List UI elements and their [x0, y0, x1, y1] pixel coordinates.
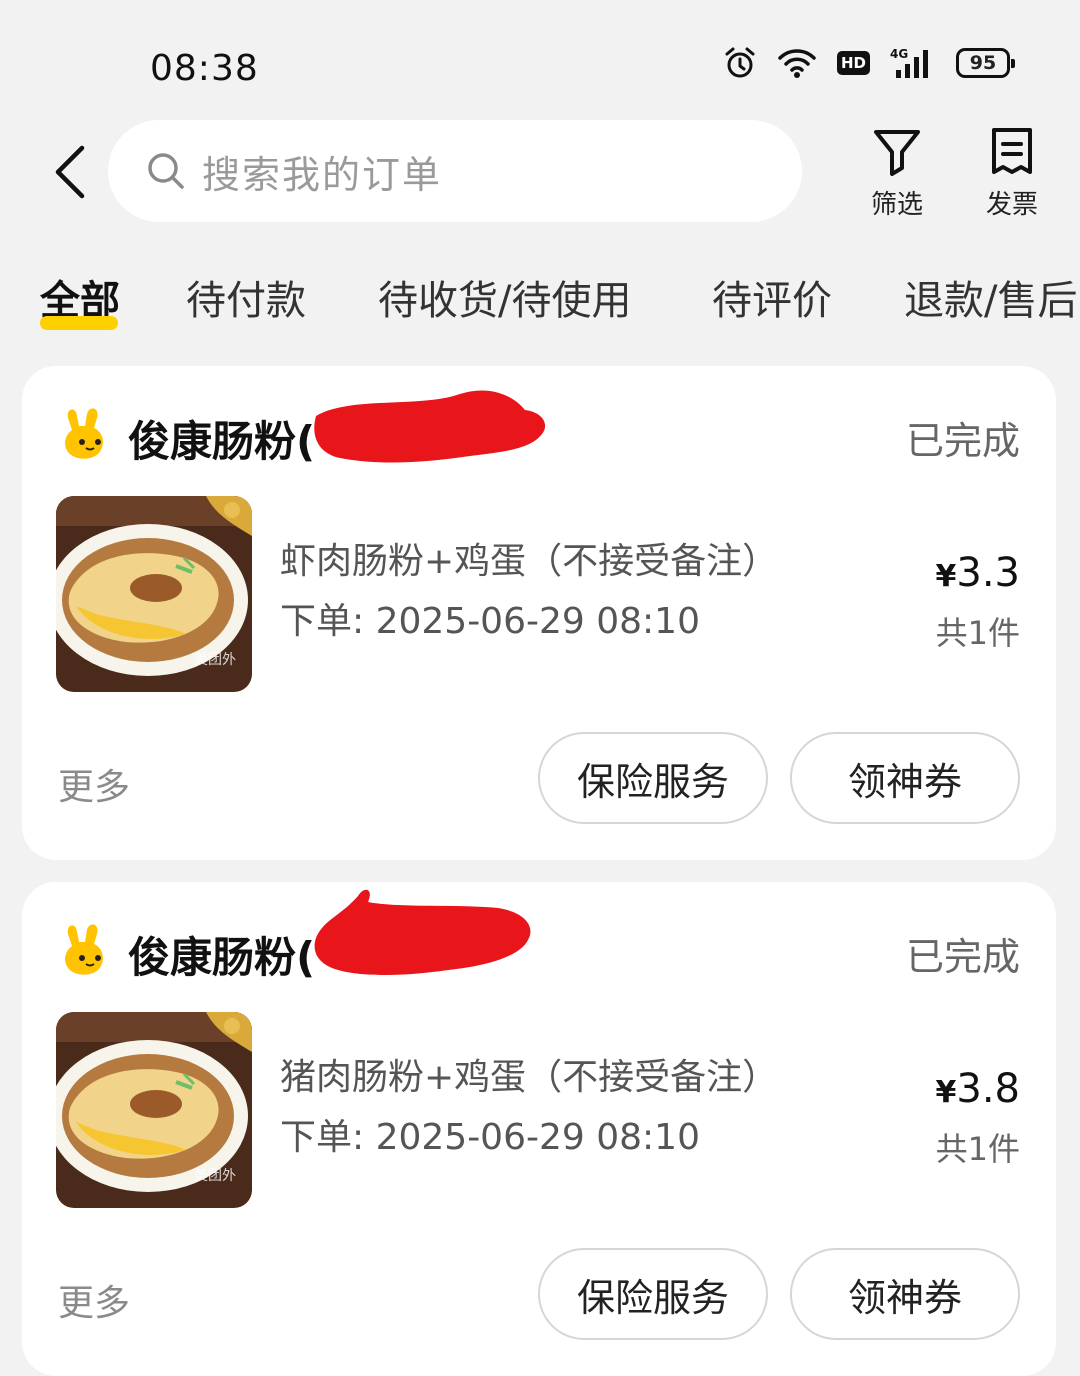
more-button[interactable]: 更多 [58, 1274, 130, 1326]
item-price: ¥3.3 [936, 550, 1021, 596]
food-image: 美团外 [56, 1012, 252, 1208]
meituan-logo-icon [65, 924, 103, 975]
item-count: 共1件 [935, 614, 1020, 652]
status-time: 08:38 [150, 48, 259, 89]
wifi-icon [777, 47, 817, 79]
status-bar: 08:38 HD 4G 95 [0, 0, 1080, 120]
order-tabs: 全部 待付款 待收货/待使用 待评价 退款/售后 [0, 268, 1080, 338]
food-thumbnail[interactable]: 美团外 [56, 496, 252, 692]
tab-pending-receipt[interactable]: 待收货/待使用 [378, 268, 631, 326]
item-price: ¥3.8 [936, 1066, 1021, 1112]
order-time: 下单: 2025-06-29 08:10 [280, 1117, 700, 1158]
svg-text:美团外: 美团外 [194, 652, 236, 668]
shop-name[interactable]: 俊康肠粉( [128, 924, 315, 985]
order-status: 已完成 [905, 935, 1020, 979]
active-tab-indicator [40, 316, 118, 330]
meituan-logo-icon [65, 408, 103, 459]
svg-text:美团外: 美团外 [194, 1168, 236, 1184]
order-card[interactable]: 俊康肠粉( 已完成 美团外 虾肉肠粉+鸡蛋（不接受备注） 下单: 2025-06… [22, 366, 1056, 860]
filter-label: 筛选 [870, 190, 923, 220]
redaction-mark [314, 889, 531, 975]
more-button[interactable]: 更多 [58, 758, 130, 810]
order-status: 已完成 [905, 419, 1020, 463]
insurance-service-button[interactable]: 保险服务 [538, 732, 768, 824]
price-value: 3.3 [956, 550, 1020, 596]
claim-coupon-button[interactable]: 领神券 [790, 732, 1020, 824]
filter-button[interactable]: 筛选 [852, 126, 942, 221]
food-thumbnail[interactable]: 美团外 [56, 1012, 252, 1208]
search-placeholder: 搜索我的订单 [202, 152, 443, 197]
search-input[interactable]: 搜索我的订单 [108, 120, 802, 222]
item-name: 猪肉肠粉+鸡蛋（不接受备注） [280, 1057, 779, 1098]
insurance-service-button[interactable]: 保险服务 [538, 1248, 768, 1340]
chevron-left-icon [55, 145, 85, 199]
status-icons: HD 4G 95 [723, 46, 1015, 80]
search-icon [148, 153, 184, 189]
order-card[interactable]: 俊康肠粉( 已完成 美团外 猪肉肠粉+鸡蛋（不接受备注） 下单: 2025-06… [22, 882, 1056, 1376]
tab-refund[interactable]: 退款/售后 [904, 268, 1077, 326]
price-symbol: ¥ [935, 559, 957, 594]
battery-icon: 95 [956, 48, 1015, 78]
filter-icon [874, 130, 920, 176]
food-image: 美团外 [56, 496, 252, 692]
invoice-icon [992, 128, 1032, 174]
shop-name[interactable]: 俊康肠粉( [128, 408, 315, 469]
svg-text:4G: 4G [890, 47, 908, 61]
tab-pending-payment[interactable]: 待付款 [186, 268, 306, 326]
signal-icon: 4G [890, 46, 936, 80]
invoice-button[interactable]: 发票 [967, 126, 1057, 221]
alarm-icon [723, 46, 757, 80]
invoice-label: 发票 [985, 190, 1038, 220]
claim-coupon-button[interactable]: 领神券 [790, 1248, 1020, 1340]
price-value: 3.8 [956, 1066, 1020, 1112]
hd-icon: HD [836, 51, 870, 75]
back-button[interactable] [40, 140, 100, 204]
redaction-mark [314, 390, 546, 463]
order-time: 下单: 2025-06-29 08:10 [280, 601, 700, 642]
price-symbol: ¥ [935, 1075, 957, 1110]
item-name: 虾肉肠粉+鸡蛋（不接受备注） [280, 541, 779, 582]
item-count: 共1件 [935, 1130, 1020, 1168]
tab-pending-review[interactable]: 待评价 [712, 268, 832, 326]
